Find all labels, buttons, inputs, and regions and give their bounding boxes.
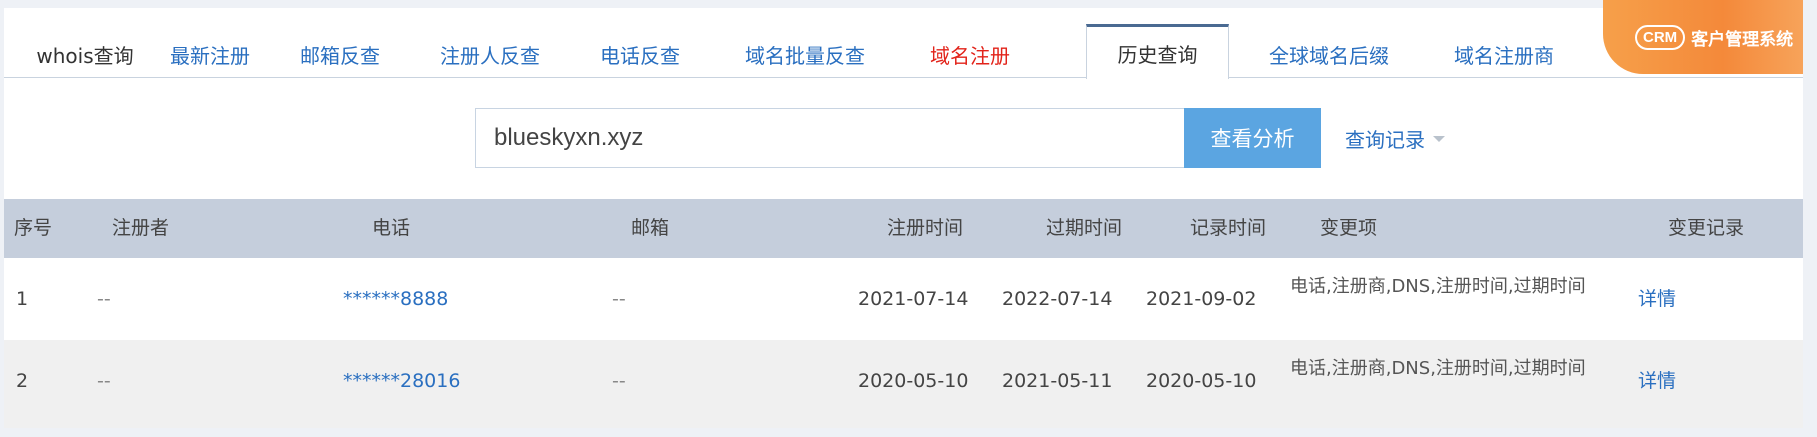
col-reg-date: 注册时间 bbox=[887, 217, 964, 239]
tab-whois[interactable]: whois查询 bbox=[30, 30, 140, 78]
query-history-dropdown[interactable]: 查询记录 bbox=[1345, 108, 1445, 168]
cell-reg-date: 2021-07-14 bbox=[858, 288, 969, 310]
tab-latest-registration[interactable]: 最新注册 bbox=[160, 30, 260, 78]
col-change-log: 变更记录 bbox=[1668, 217, 1745, 239]
cell-reg-date: 2020-05-10 bbox=[858, 370, 969, 392]
tab-bar: whois查询 最新注册 邮箱反查 注册人反查 电话反查 域名批量反查 域名注册… bbox=[4, 0, 1803, 79]
cell-changes: 电话,注册商,DNS,注册时间,过期时间 bbox=[1290, 358, 1586, 379]
cell-record-date: 2021-09-02 bbox=[1146, 288, 1257, 310]
tab-global-suffix[interactable]: 全球域名后缀 bbox=[1249, 30, 1409, 78]
detail-link[interactable]: 详情 bbox=[1638, 258, 1676, 340]
col-registrant: 注册者 bbox=[112, 217, 170, 239]
col-record-date: 记录时间 bbox=[1190, 217, 1267, 239]
domain-search-input[interactable] bbox=[475, 108, 1188, 168]
crm-banner[interactable]: CRM 客户管理系统 bbox=[1603, 0, 1803, 74]
cell-email: -- bbox=[612, 370, 626, 392]
cell-email: -- bbox=[612, 288, 626, 310]
view-analysis-button[interactable]: 查看分析 bbox=[1184, 108, 1321, 168]
cell-index: 2 bbox=[16, 370, 29, 392]
cell-registrant: -- bbox=[97, 288, 111, 310]
tab-registrant-reverse[interactable]: 注册人反查 bbox=[420, 30, 560, 78]
query-history-label: 查询记录 bbox=[1345, 127, 1425, 152]
crm-logo: CRM bbox=[1635, 24, 1686, 50]
cell-exp-date: 2022-07-14 bbox=[1002, 288, 1113, 310]
table-row: 2 -- ******28016 -- 2020-05-10 2021-05-1… bbox=[4, 340, 1803, 428]
cell-phone[interactable]: ******8888 bbox=[343, 258, 448, 340]
tab-registrar[interactable]: 域名注册商 bbox=[1429, 30, 1579, 78]
tab-domain-registration[interactable]: 域名注册 bbox=[910, 30, 1030, 78]
cell-record-date: 2020-05-10 bbox=[1146, 370, 1257, 392]
cell-phone[interactable]: ******28016 bbox=[343, 340, 460, 422]
col-index: 序号 bbox=[14, 217, 53, 239]
detail-link[interactable]: 详情 bbox=[1638, 340, 1676, 422]
col-exp-date: 过期时间 bbox=[1046, 217, 1123, 239]
caret-down-icon bbox=[1433, 136, 1445, 142]
tab-phone-reverse[interactable]: 电话反查 bbox=[580, 30, 700, 78]
cell-registrant: -- bbox=[97, 370, 111, 392]
col-changes: 变更项 bbox=[1320, 217, 1378, 239]
tab-history[interactable]: 历史查询 bbox=[1086, 24, 1229, 79]
tab-email-reverse[interactable]: 邮箱反查 bbox=[280, 30, 400, 78]
table-row: 1 -- ******8888 -- 2021-07-14 2022-07-14… bbox=[4, 258, 1803, 340]
crm-label: 客户管理系统 bbox=[1691, 29, 1794, 50]
col-email: 邮箱 bbox=[631, 217, 670, 239]
cell-index: 1 bbox=[16, 288, 29, 310]
cell-changes: 电话,注册商,DNS,注册时间,过期时间 bbox=[1290, 276, 1586, 297]
table-header: 序号 注册者 电话 邮箱 注册时间 过期时间 记录时间 变更项 变更记录 bbox=[4, 199, 1803, 258]
cell-exp-date: 2021-05-11 bbox=[1002, 370, 1113, 392]
tab-batch-reverse[interactable]: 域名批量反查 bbox=[720, 30, 890, 78]
col-phone: 电话 bbox=[372, 217, 411, 239]
content-panel: whois查询 最新注册 邮箱反查 注册人反查 电话反查 域名批量反查 域名注册… bbox=[4, 0, 1803, 428]
